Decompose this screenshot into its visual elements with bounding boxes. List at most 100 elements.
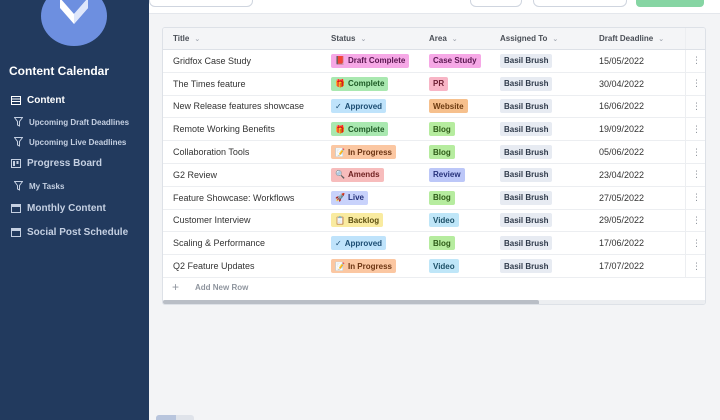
cell-draft-deadline[interactable]: 23/04/2022	[599, 164, 644, 186]
row-menu-button[interactable]: ⋮	[685, 255, 705, 277]
row-menu-button[interactable]: ⋮	[685, 72, 705, 95]
row-menu-button[interactable]: ⋮	[685, 95, 705, 118]
cell-draft-deadline[interactable]: 17/07/2022	[599, 255, 644, 277]
sidebar-item-social-post-schedule[interactable]: Social Post Schedule	[0, 222, 149, 242]
cell-area[interactable]: Case Study	[429, 50, 481, 72]
deadline-value: 17/06/2022	[599, 238, 645, 249]
cell-assigned-to[interactable]: Basil Brush	[500, 210, 553, 232]
table-row[interactable]: The Times feature 🎁 Complete PR Basil Brush 3…	[163, 72, 705, 96]
cell-assigned-to[interactable]: Basil Brush	[500, 187, 553, 209]
cell-title[interactable]: G2 Review	[173, 164, 217, 186]
search-box[interactable]	[149, 0, 253, 7]
assignee-badge: Basil Brush	[500, 236, 553, 251]
row-menu-button[interactable]: ⋮	[685, 186, 705, 209]
board-icon	[11, 158, 21, 168]
cell-status[interactable]: 🎁 Complete	[331, 118, 389, 140]
cell-draft-deadline[interactable]: 29/05/2022	[599, 210, 644, 232]
table-row[interactable]: Customer Interview 📋 Backlog Video Basil Bru…	[163, 209, 705, 233]
cell-status[interactable]: ✓ Approved	[331, 96, 387, 118]
column-header-title[interactable]: Title ⌄	[173, 28, 200, 49]
cell-title[interactable]: Collaboration Tools	[173, 141, 249, 163]
table-row[interactable]: G2 Review 🔍 Amends Review Basil Brush 23/04/2…	[163, 164, 705, 187]
column-header-area[interactable]: Area ⌄	[429, 28, 458, 49]
cell-title[interactable]: Scaling & Performance	[173, 232, 265, 254]
cell-draft-deadline[interactable]: 15/05/2022	[599, 50, 644, 72]
assignee-badge: Basil Brush	[500, 259, 553, 274]
table-row[interactable]: Gridfox Case Study 📕 Draft Complete Case St…	[163, 50, 705, 73]
cell-assigned-to[interactable]: Basil Brush	[500, 118, 553, 140]
chevron-down-icon: ⌄	[451, 35, 458, 43]
cell-area[interactable]: Video	[429, 210, 459, 232]
cell-draft-deadline[interactable]: 17/06/2022	[599, 232, 644, 254]
scrollbar-thumb[interactable]	[163, 300, 539, 304]
cell-title[interactable]: Customer Interview	[173, 210, 251, 232]
toolbar-dropdown[interactable]	[533, 0, 627, 7]
cell-area[interactable]: Website	[429, 96, 468, 118]
table-row[interactable]: Scaling & Performance ✓ Approved Blog Basil …	[163, 232, 705, 256]
cell-title[interactable]: The Times feature	[173, 73, 246, 95]
cell-draft-deadline[interactable]: 05/06/2022	[599, 141, 644, 163]
cell-status[interactable]: 📋 Backlog	[331, 210, 384, 232]
cell-status[interactable]: 📝 In Progress	[331, 255, 396, 277]
horizontal-scrollbar[interactable]	[163, 300, 705, 304]
sidebar-item-upcoming-draft-deadlines[interactable]: Upcoming Draft Deadlines	[0, 112, 149, 132]
cell-title[interactable]: Remote Working Benefits	[173, 118, 275, 140]
cell-draft-deadline[interactable]: 19/09/2022	[599, 118, 644, 140]
cell-title[interactable]: Q2 Feature Updates	[173, 255, 255, 277]
column-header-status[interactable]: Status ⌄	[331, 28, 366, 49]
status-badge: 🎁 Complete	[331, 122, 389, 137]
sidebar-item-upcoming-live-deadlines[interactable]: Upcoming Live Deadlines	[0, 132, 149, 152]
table-row[interactable]: Collaboration Tools 📝 In Progress Blog Basil…	[163, 141, 705, 164]
column-header-draft-deadline[interactable]: Draft Deadline ⌄	[599, 28, 664, 49]
cell-assigned-to[interactable]: Basil Brush	[500, 232, 553, 254]
cell-area[interactable]: Video	[429, 255, 459, 277]
sidebar-item-label: Content	[27, 94, 65, 106]
cell-area[interactable]: Blog	[429, 118, 455, 140]
cell-title[interactable]: New Release features showcase	[173, 96, 304, 118]
table-row[interactable]: Q2 Feature Updates 📝 In Progress Video Basil…	[163, 255, 705, 278]
cell-area[interactable]: PR	[429, 73, 449, 95]
cell-area[interactable]: Blog	[429, 232, 455, 254]
cell-status[interactable]: ✓ Approved	[331, 232, 387, 254]
row-menu-button[interactable]: ⋮	[685, 50, 705, 72]
status-badge: 📋 Backlog	[331, 213, 384, 228]
cell-area[interactable]: Blog	[429, 187, 455, 209]
cell-title[interactable]: Gridfox Case Study	[173, 50, 251, 72]
row-menu-button[interactable]: ⋮	[685, 141, 705, 163]
bottom-tab-indicator[interactable]	[156, 415, 194, 420]
cell-assigned-to[interactable]: Basil Brush	[500, 141, 553, 163]
more-vertical-icon: ⋮	[692, 192, 701, 203]
sidebar-item-content[interactable]: Content	[0, 90, 149, 110]
area-badge: Blog	[429, 236, 455, 251]
cell-status[interactable]: 📕 Draft Complete	[331, 50, 410, 72]
cell-draft-deadline[interactable]: 30/04/2022	[599, 73, 644, 95]
table-row[interactable]: Remote Working Benefits 🎁 Complete Blog Basi…	[163, 118, 705, 142]
sidebar-item-my-tasks[interactable]: My Tasks	[0, 176, 149, 196]
cell-assigned-to[interactable]: Basil Brush	[500, 96, 553, 118]
row-menu-button[interactable]: ⋮	[685, 232, 705, 255]
cell-status[interactable]: 📝 In Progress	[331, 141, 396, 163]
table-row[interactable]: Feature Showcase: Workflows 🚀 Live Blog Basi…	[163, 186, 705, 210]
cell-draft-deadline[interactable]: 16/06/2022	[599, 96, 644, 118]
cell-status[interactable]: 🔍 Amends	[331, 164, 384, 186]
column-header-assigned-to[interactable]: Assigned To ⌄	[500, 28, 558, 49]
cell-area[interactable]: Blog	[429, 141, 455, 163]
row-menu-button[interactable]: ⋮	[685, 209, 705, 232]
row-menu-button[interactable]: ⋮	[685, 164, 705, 186]
row-menu-button[interactable]: ⋮	[685, 118, 705, 141]
primary-action-button[interactable]	[636, 0, 704, 7]
cell-status[interactable]: 🚀 Live	[331, 187, 368, 209]
sidebar-item-progress-board[interactable]: Progress Board	[0, 153, 149, 173]
sidebar-item-monthly-content[interactable]: Monthly Content	[0, 198, 149, 218]
cell-assigned-to[interactable]: Basil Brush	[500, 50, 553, 72]
toolbar-button[interactable]	[470, 0, 522, 7]
cell-area[interactable]: Review	[429, 164, 465, 186]
cell-title[interactable]: Feature Showcase: Workflows	[173, 187, 294, 209]
table-row[interactable]: New Release features showcase ✓ Approved We…	[163, 95, 705, 119]
cell-assigned-to[interactable]: Basil Brush	[500, 73, 553, 95]
cell-draft-deadline[interactable]: 27/05/2022	[599, 187, 644, 209]
cell-assigned-to[interactable]: Basil Brush	[500, 164, 553, 186]
cell-status[interactable]: 🎁 Complete	[331, 73, 389, 95]
cell-assigned-to[interactable]: Basil Brush	[500, 255, 553, 277]
add-new-row-button[interactable]: + Add New Row	[163, 277, 705, 298]
